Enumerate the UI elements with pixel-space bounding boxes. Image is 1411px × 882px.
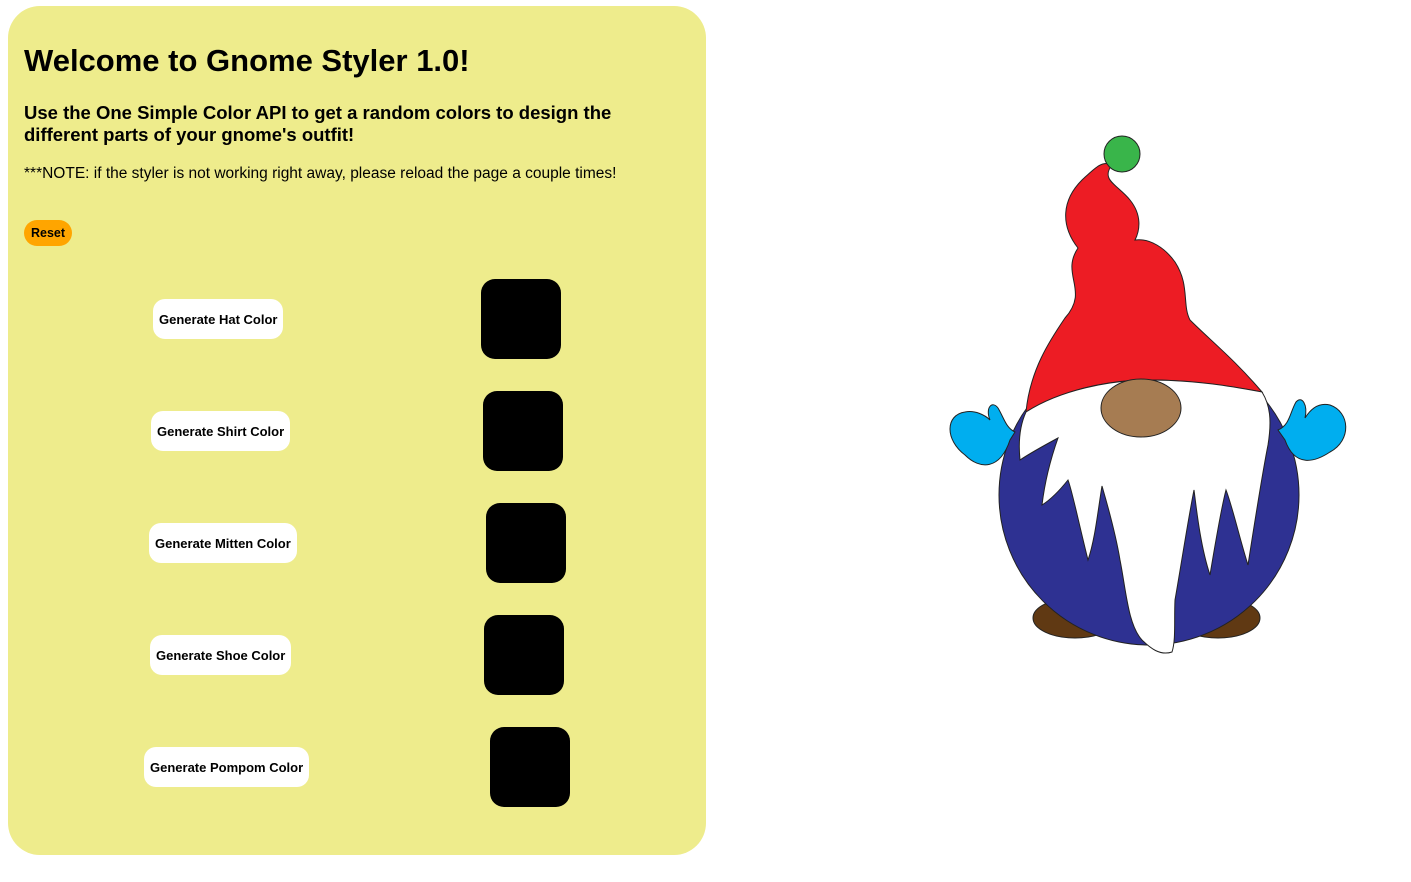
gnome-nose <box>1100 378 1182 438</box>
pompom-color-swatch <box>490 727 570 807</box>
gnome-hat <box>1025 163 1264 413</box>
reload-note: ***NOTE: if the styler is not working ri… <box>24 165 617 182</box>
gnome-illustration <box>949 135 1347 654</box>
gnome-pompom <box>1103 135 1141 173</box>
styler-panel: Welcome to Gnome Styler 1.0! Use the One… <box>8 6 706 855</box>
generate-pompom-color-button[interactable]: Generate Pompom Color <box>144 747 310 787</box>
mitten-color-swatch <box>486 503 566 583</box>
reset-button[interactable]: Reset <box>24 220 73 246</box>
generate-hat-color-button[interactable]: Generate Hat Color <box>153 299 284 339</box>
hat-color-swatch <box>481 279 561 359</box>
page-subtitle: Use the One Simple Color API to get a ra… <box>24 102 612 145</box>
generate-shoe-color-button[interactable]: Generate Shoe Color <box>150 635 292 675</box>
generate-shirt-color-button[interactable]: Generate Shirt Color <box>151 411 291 451</box>
generate-mitten-color-button[interactable]: Generate Mitten Color <box>149 523 297 563</box>
shirt-color-swatch <box>483 391 563 471</box>
shoe-color-swatch <box>484 615 564 695</box>
page-title: Welcome to Gnome Styler 1.0! <box>24 43 470 78</box>
